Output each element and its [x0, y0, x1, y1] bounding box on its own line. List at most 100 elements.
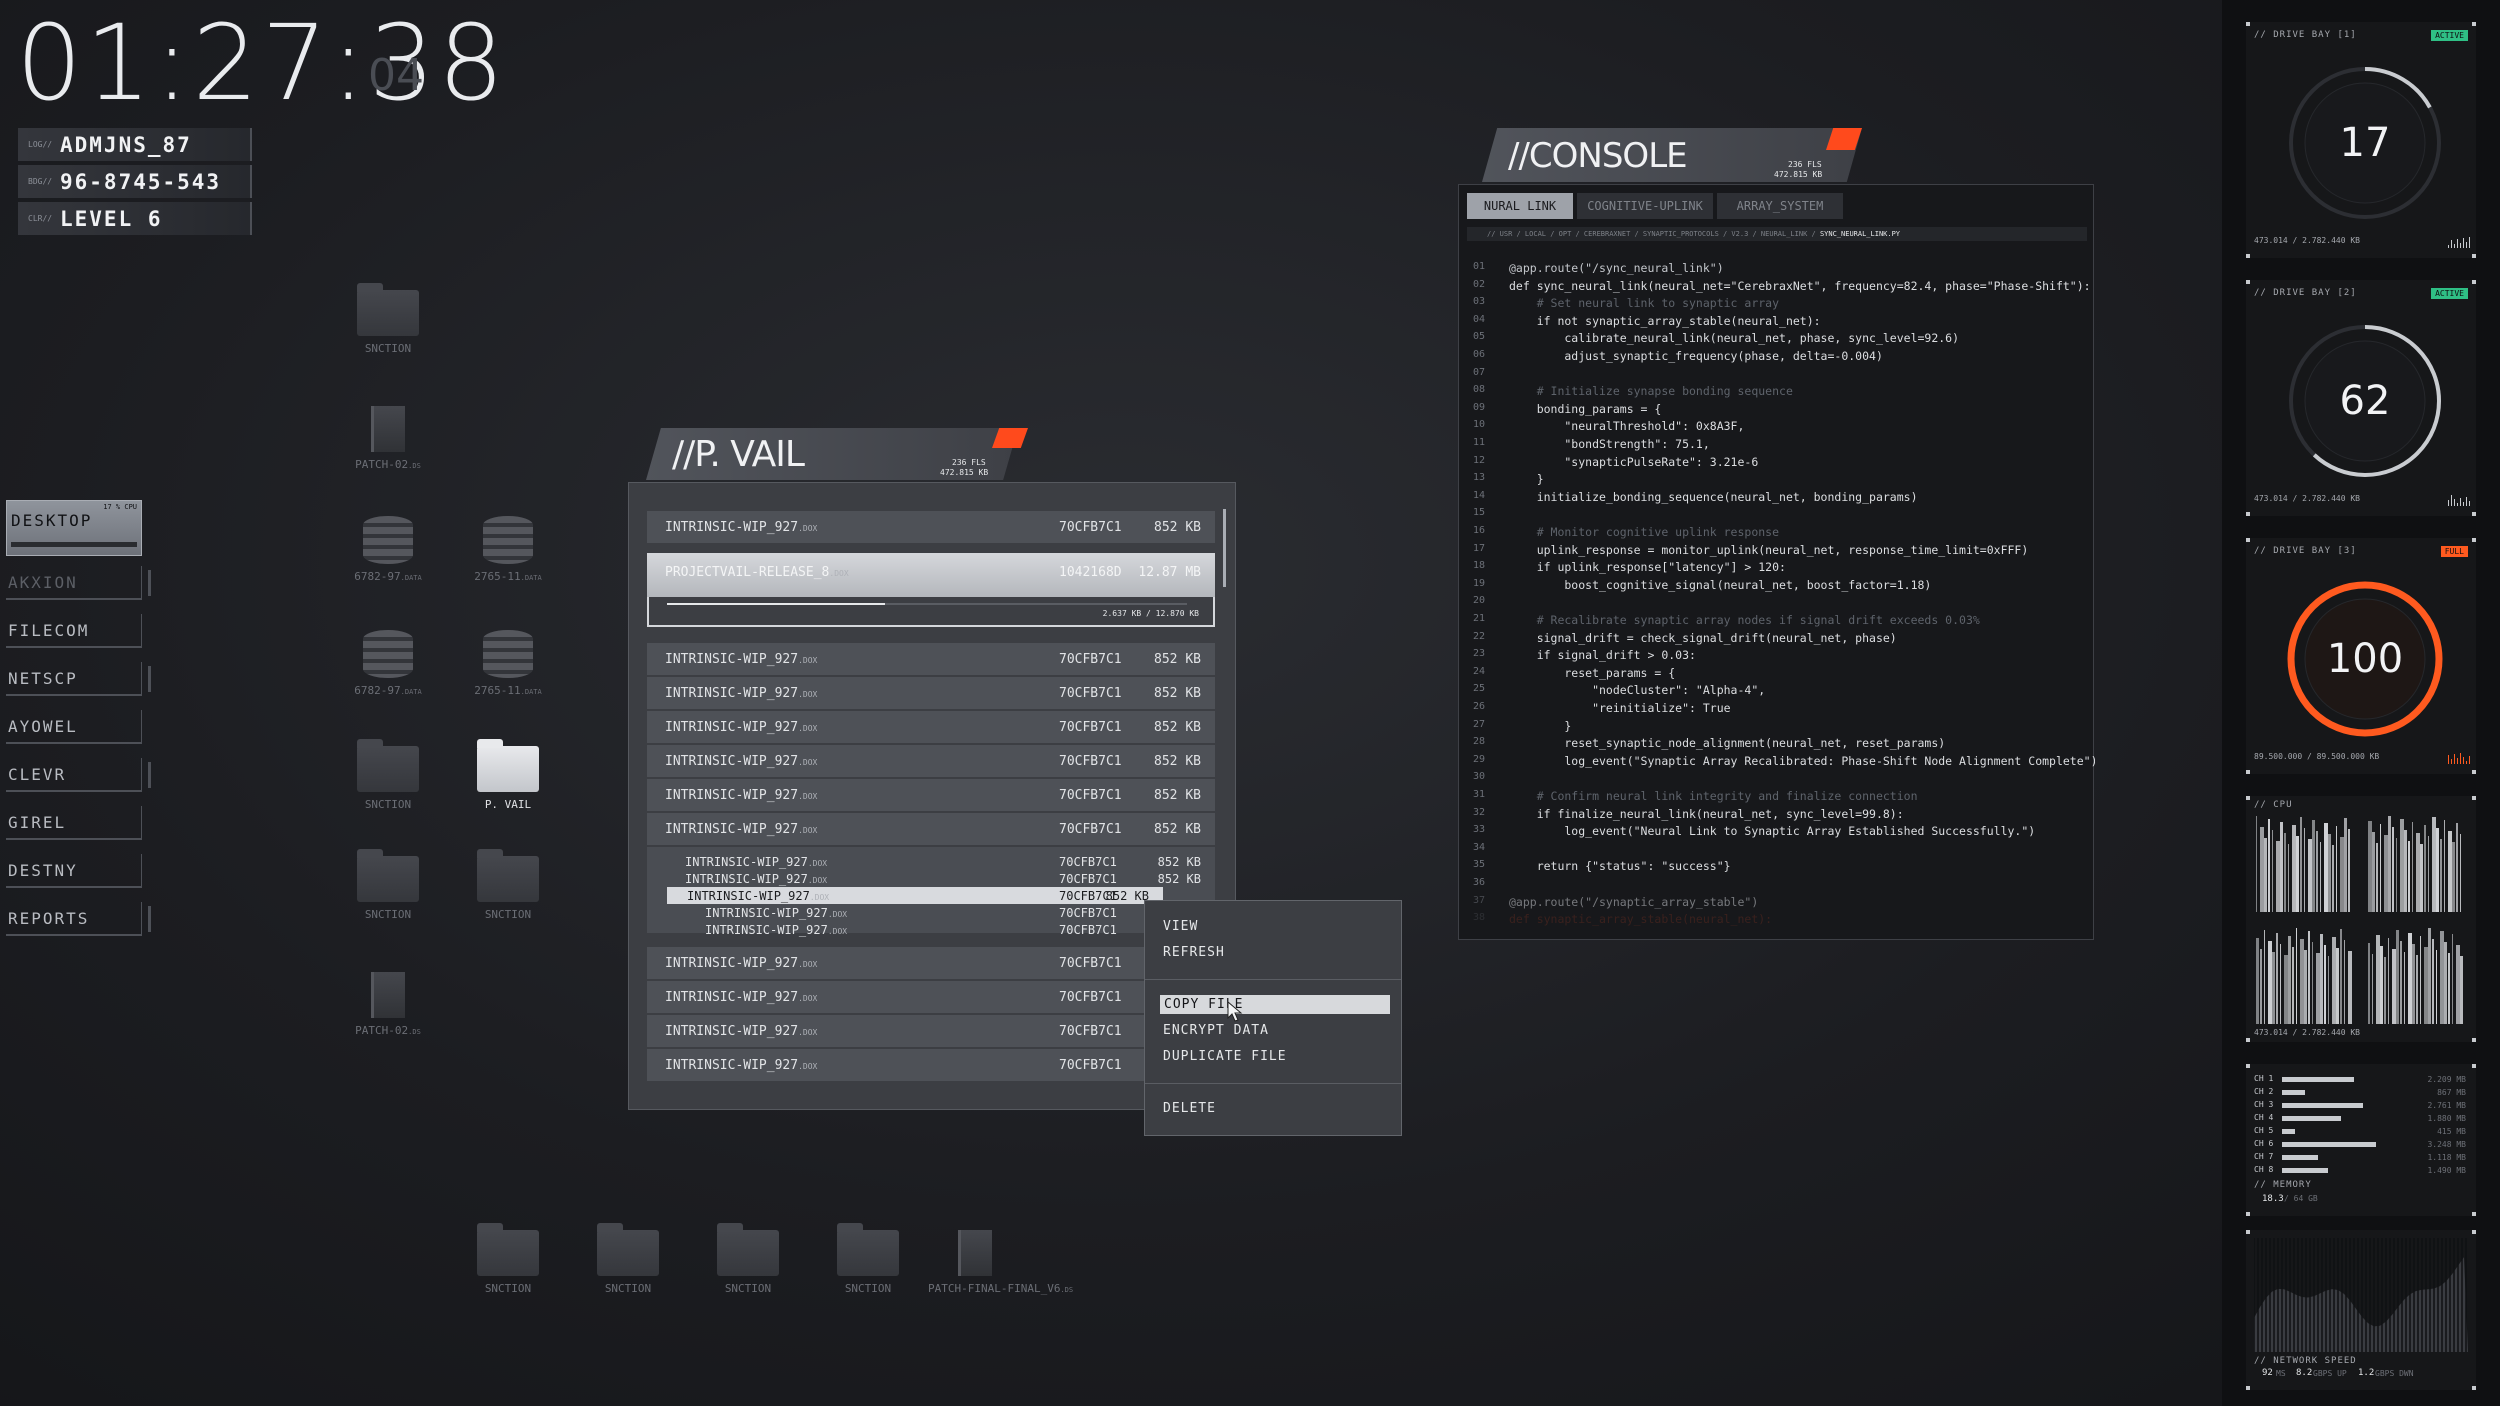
- sidebar-item-label: DESKTOP: [11, 511, 93, 530]
- desktop-icon-folder[interactable]: SNCTION: [448, 849, 568, 921]
- corner-mark: [2246, 254, 2250, 258]
- console-header[interactable]: //CONSOLE 236 FLS 472.815 KB: [1482, 128, 1862, 182]
- menu-item-duplicate-file[interactable]: DUPLICATE FILE: [1163, 1049, 1287, 1064]
- tab-nural-link[interactable]: NURAL LINK: [1467, 193, 1573, 219]
- network-up: 8.2: [2296, 1368, 2313, 1378]
- desktop-icon-folder[interactable]: SNCTION: [328, 739, 448, 811]
- file-row[interactable]: INTRINSIC-WIP_927.DOX70CFB7C1852 KB: [647, 745, 1215, 777]
- line-number: 13: [1473, 472, 1486, 484]
- code-area[interactable]: 01 @app.route("/sync_neural_link") 02 def s…: [1459, 261, 2095, 933]
- sidebar-item-reports[interactable]: REPORTS: [6, 902, 151, 936]
- file-row[interactable]: INTRINSIC-WIP_927.DOX70CFB7C1852 KB: [647, 981, 1215, 1013]
- sidebar-item-girel[interactable]: GIREL: [6, 806, 142, 840]
- cpu-bar: [2264, 930, 2265, 1024]
- sidebar-item-desktop[interactable]: DESKTOP 17 % CPU: [6, 500, 142, 556]
- sidebar-item-destny[interactable]: DESTNY: [6, 854, 142, 888]
- folder-icon: [477, 1223, 539, 1276]
- desktop-icon-disk[interactable]: 6782-97.DATA: [328, 630, 448, 697]
- tab-array-system[interactable]: ARRAY_SYSTEM: [1717, 193, 1843, 219]
- code-line: 30: [1459, 771, 2095, 789]
- file-ext: .DOX: [798, 689, 818, 699]
- download-progress: 2.637 KB / 12.870 KB: [647, 597, 1215, 627]
- line-number: 35: [1473, 859, 1486, 871]
- sidebar-item-netscp[interactable]: NETSCP: [6, 662, 151, 696]
- log-label: LOG//: [28, 140, 53, 149]
- file-scrollbar[interactable]: [1223, 509, 1226, 587]
- channel-bar: [2282, 1142, 2376, 1147]
- code-line: 26 "reinitialize": True: [1459, 701, 2095, 719]
- channel-row: CH 7 1.118 MB: [2254, 1152, 2466, 1164]
- desktop-icon-pvail[interactable]: P. VAIL: [448, 739, 568, 811]
- cpu-bar: [2380, 824, 2381, 912]
- corner-mark: [2246, 796, 2250, 800]
- desktop-icon-folder[interactable]: SNCTION: [688, 1223, 808, 1295]
- network-latency: 92: [2262, 1368, 2273, 1378]
- line-number: 17: [1473, 542, 1486, 554]
- cpu-bar: [2288, 844, 2289, 912]
- menu-item-delete[interactable]: DELETE: [1163, 1101, 1216, 1116]
- desktop-icon-disk[interactable]: 2765-11.DATA: [448, 630, 568, 697]
- file-row[interactable]: INTRINSIC-WIP_927.DOX70CFB7C1852 KB: [647, 711, 1215, 743]
- sidebar-item-filecom[interactable]: FILECOM: [6, 614, 142, 648]
- cpu-bar: [2440, 839, 2442, 912]
- desktop-icon-doc[interactable]: PATCH-FINAL-FINAL_V6.DS: [928, 1230, 1118, 1295]
- cpu-bar: [2432, 939, 2434, 1024]
- cpu-bar: [2376, 843, 2378, 912]
- folder-icon: [717, 1223, 779, 1276]
- sidebar-item-label: REPORTS: [8, 908, 90, 928]
- line-number: 04: [1473, 313, 1486, 325]
- desktop-icon-folder[interactable]: SNCTION: [448, 1223, 568, 1295]
- menu-item-copy-file[interactable]: COPY FILE: [1160, 995, 1390, 1014]
- tab-cognitive-uplink[interactable]: COGNITIVE-UPLINK: [1577, 193, 1713, 219]
- menu-item-encrypt-data[interactable]: ENCRYPT DATA: [1163, 1023, 1269, 1038]
- sidebar-item-ayowel[interactable]: AYOWEL: [6, 710, 142, 744]
- menu-divider: [1145, 979, 1401, 980]
- desktop-icon-folder[interactable]: SNCTION: [808, 1223, 928, 1295]
- line-number: 03: [1473, 296, 1486, 308]
- desktop-icon-folder[interactable]: SNCTION: [328, 283, 448, 355]
- code-text: # Set neural link to synaptic array: [1509, 296, 1780, 311]
- file-hash: 1042168D: [1059, 565, 1122, 580]
- menu-divider: [1145, 1083, 1401, 1084]
- file-tree-item[interactable]: INTRINSIC-WIP_927.DOX 70CFB7C1 852 KB: [647, 853, 1215, 870]
- sidebar-item-akxion[interactable]: AKXION: [6, 566, 151, 600]
- cpu-bar: [2328, 834, 2331, 912]
- filepanel-header[interactable]: //P. VAIL 236 FLS 472.815 KB: [646, 428, 1018, 480]
- file-tree-item[interactable]: INTRINSIC-WIP_927.DOX 70CFB7C1: [647, 904, 1215, 921]
- file-tree-item[interactable]: INTRINSIC-WIP_927.DOX 70CFB7C1 852 KB: [647, 870, 1215, 887]
- menu-item-view[interactable]: VIEW: [1163, 919, 1198, 934]
- corner-mark: [2472, 1064, 2476, 1068]
- file-row[interactable]: INTRINSIC-WIP_927.DOX70CFB7C1852 KB: [647, 511, 1215, 543]
- icon-label: P. VAIL: [484, 798, 532, 811]
- corner-mark: [2472, 796, 2476, 800]
- cpu-bar: [2388, 938, 2389, 1024]
- file-row[interactable]: INTRINSIC-WIP_927.DOX70CFB7C1852 KB: [647, 643, 1215, 675]
- desktop-icon-disk[interactable]: 6782-97.DATA: [328, 516, 448, 583]
- desktop-icon-folder[interactable]: SNCTION: [328, 849, 448, 921]
- menu-item-refresh[interactable]: REFRESH: [1163, 945, 1225, 960]
- file-tree-item[interactable]: INTRINSIC-WIP_927.DOX 70CFB7C1: [647, 921, 1215, 938]
- cpu-bar: [2412, 822, 2413, 912]
- network-down-unit: GBPS DWN: [2375, 1369, 2414, 1378]
- folder-icon: [357, 739, 419, 792]
- file-row[interactable]: INTRINSIC-WIP_927.DOX70CFB7C1852 KB: [647, 677, 1215, 709]
- desktop-icon-folder[interactable]: SNCTION: [568, 1223, 688, 1295]
- sidebar-item-clevr[interactable]: CLEVR: [6, 758, 151, 792]
- file-row-selected[interactable]: PROJECTVAIL-RELEASE_8.DOX 1042168D 12.87 M…: [647, 553, 1215, 597]
- desktop-icon-doc[interactable]: PATCH-02.DS: [328, 406, 448, 471]
- file-row[interactable]: INTRINSIC-WIP_927.DOX70CFB7C1852 KB: [647, 779, 1215, 811]
- file-row[interactable]: INTRINSIC-WIP_927.DOX70CFB7C1852 KB: [647, 813, 1215, 845]
- code-line: 23 if signal_drift > 0.03:: [1459, 648, 2095, 666]
- code-line: 05 calibrate_neural_link(neural_net, pha…: [1459, 331, 2095, 349]
- cpu-bar: [2304, 950, 2307, 1024]
- desktop-icon-disk[interactable]: 2765-11.DATA: [448, 516, 568, 583]
- file-row[interactable]: INTRINSIC-WIP_927.DOX70CFB7C1852 KB: [647, 1015, 1215, 1047]
- file-tree-item[interactable]: INTRINSIC-WIP_927.DOX 70CFB7C1 852 KB: [667, 887, 1163, 904]
- corner-mark: [2246, 1212, 2250, 1216]
- code-line: 20: [1459, 595, 2095, 613]
- file-row[interactable]: INTRINSIC-WIP_927.DOX70CFB7C1852 KB: [647, 947, 1215, 979]
- desktop-icon-doc[interactable]: PATCH-02.DS: [328, 972, 448, 1037]
- cpu-bar: [2304, 828, 2305, 912]
- file-row[interactable]: INTRINSIC-WIP_927.DOX70CFB7C1852 KB: [647, 1049, 1215, 1081]
- cpu-bar: [2296, 836, 2299, 912]
